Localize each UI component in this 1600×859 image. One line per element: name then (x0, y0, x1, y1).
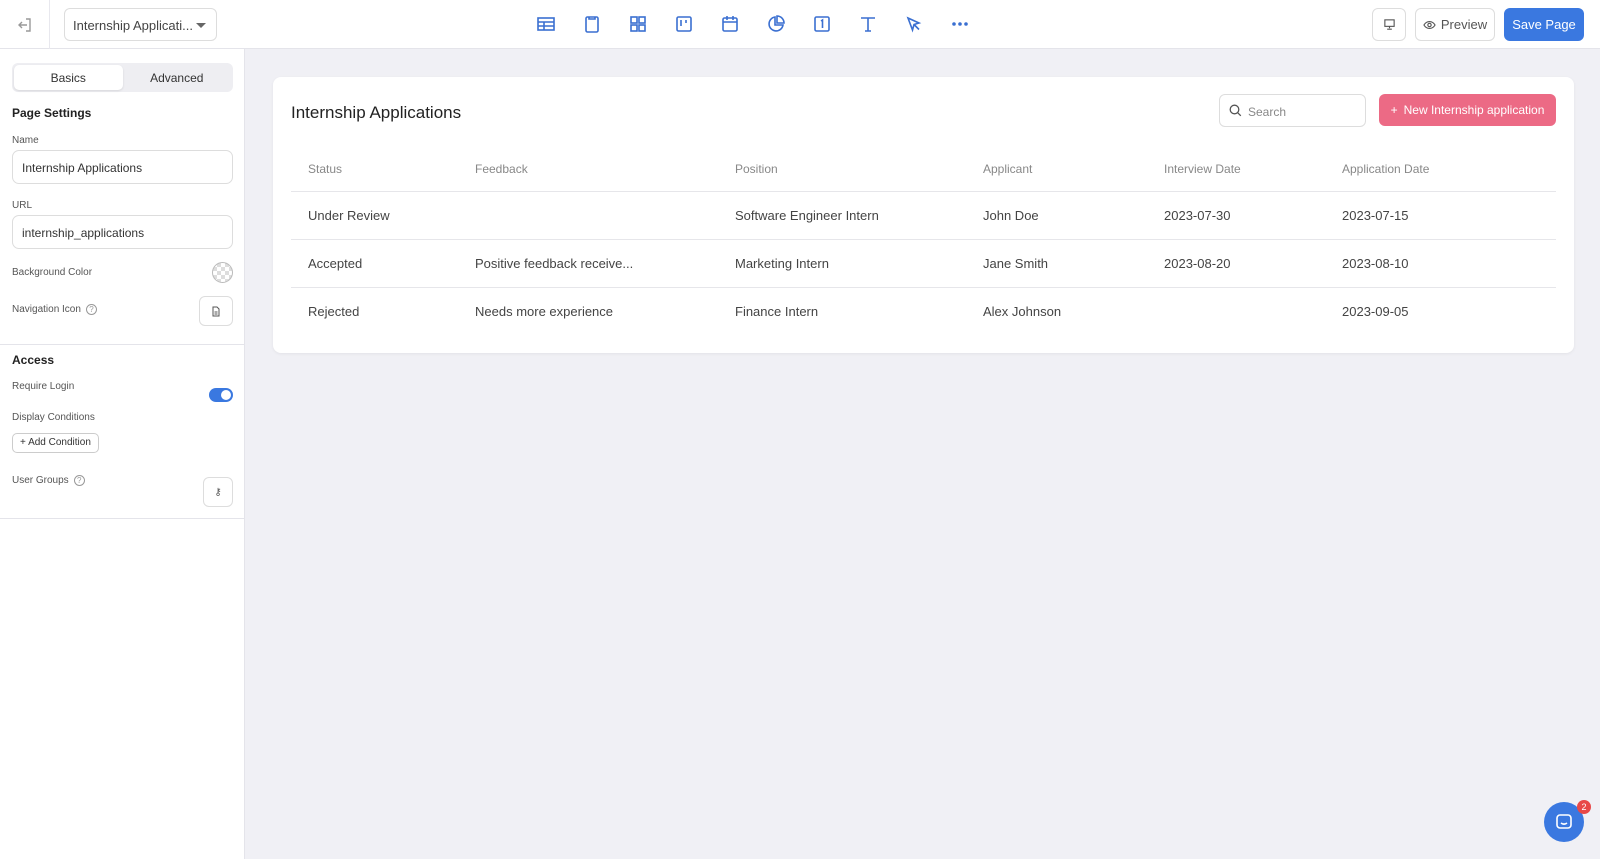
key-icon: ⚷ (214, 486, 222, 498)
caret-down-icon (196, 23, 206, 28)
top-bar: Internship Applicati... Preview Save Pag… (0, 0, 1600, 49)
document-icon (212, 306, 220, 316)
page-title: Internship Applications (291, 103, 462, 122)
exit-icon (17, 17, 31, 32)
settings-tabs: Basics Advanced (12, 63, 233, 92)
table-icon[interactable] (534, 12, 558, 36)
preview-button[interactable]: Preview (1415, 8, 1495, 41)
url-label: URL (12, 200, 33, 211)
help-icon[interactable]: ? (85, 304, 97, 315)
name-input[interactable]: Internship Applications (12, 150, 233, 184)
search-placeholder: Search (1248, 105, 1287, 119)
table-row[interactable]: Rejected Needs more experience Finance Int… (291, 287, 1556, 335)
page-selector-value: Internship Applicati... (73, 18, 193, 33)
monitor-icon (1383, 19, 1395, 30)
column-header-interview-date[interactable]: Interview Date (1164, 147, 1342, 192)
grid-icon[interactable] (626, 12, 650, 36)
display-conditions-label: Display Conditions (12, 412, 95, 423)
cell-applicant: John Doe (983, 191, 1164, 240)
user-groups-button[interactable]: ⚷ (203, 477, 233, 507)
column-header-feedback[interactable]: Feedback (475, 147, 735, 192)
cell-interview-date (1164, 287, 1342, 335)
search-icon (1229, 104, 1242, 117)
cell-position: Marketing Intern (735, 239, 983, 288)
cell-applicant: Jane Smith (983, 239, 1164, 288)
component-toolbar (534, 12, 972, 36)
cell-feedback: Positive feedback receive... (475, 239, 735, 288)
page-selector[interactable]: Internship Applicati... (64, 8, 217, 41)
tab-basics[interactable]: Basics (14, 65, 123, 90)
cell-applicant: Alex Johnson (983, 303, 1062, 319)
table-row[interactable]: Accepted Positive feedback receive... Mark… (291, 239, 1556, 288)
background-color-label: Background Color (12, 267, 93, 278)
divider (0, 344, 245, 345)
navigation-icon-label: Navigation Icon? (12, 304, 97, 315)
chat-icon (1556, 814, 1572, 829)
cell-status: Accepted (291, 239, 475, 288)
calendar-icon[interactable] (718, 12, 742, 36)
new-button-label: New Internship application (1403, 103, 1545, 117)
cell-application-date: 2023-09-05 (1342, 303, 1409, 319)
column-header-applicant[interactable]: Applicant (983, 147, 1164, 192)
page-settings-heading: Page Settings (12, 106, 92, 120)
device-preview-button[interactable] (1372, 8, 1406, 41)
column-header-status[interactable]: Status (291, 147, 475, 192)
save-page-button[interactable]: Save Page (1504, 8, 1584, 41)
column-header-position[interactable]: Position (735, 147, 983, 192)
background-color-swatch[interactable] (212, 262, 233, 283)
preview-label: Preview (1440, 17, 1488, 32)
cell-interview-date: 2023-07-30 (1164, 191, 1342, 240)
search-input[interactable]: Search (1219, 94, 1366, 127)
applications-table: Status Feedback Position Applicant Inter… (291, 147, 1556, 335)
navigation-icon-text: Navigation Icon (12, 304, 81, 316)
number-icon[interactable] (810, 12, 834, 36)
cell-application-date: 2023-07-15 (1342, 191, 1556, 240)
cell-application-date: 2023-08-10 (1342, 239, 1556, 288)
kanban-icon[interactable] (672, 12, 696, 36)
divider (0, 518, 245, 519)
name-label: Name (12, 135, 39, 146)
help-icon[interactable]: ? (73, 475, 85, 486)
add-condition-label: Add Condition (28, 437, 91, 448)
plus-icon: + (1390, 103, 1398, 117)
table-row[interactable]: Under Review Software Engineer Intern John… (291, 191, 1556, 240)
plus-icon: + (20, 437, 29, 448)
require-login-toggle[interactable] (209, 388, 233, 402)
notification-badge: 2 (1577, 800, 1591, 814)
cell-status: Rejected (308, 303, 360, 319)
access-heading: Access (12, 353, 55, 367)
exit-button[interactable] (0, 0, 50, 49)
table-card: Internship Applications Search + New Inte… (273, 77, 1574, 353)
new-internship-application-button[interactable]: + New Internship application (1379, 94, 1556, 126)
tab-advanced[interactable]: Advanced (123, 65, 232, 90)
cell-position: Software Engineer Intern (735, 191, 983, 240)
user-groups-label: User Groups? (12, 475, 85, 486)
navigation-icon-picker[interactable] (199, 296, 233, 326)
cell-status: Under Review (291, 191, 475, 240)
pointer-icon[interactable] (902, 12, 926, 36)
add-condition-button[interactable]: + Add Condition (12, 433, 99, 453)
text-icon[interactable] (856, 12, 880, 36)
cell-interview-date: 2023-08-20 (1164, 239, 1342, 288)
url-input[interactable]: internship_applications (12, 215, 233, 249)
column-header-application-date[interactable]: Application Date (1342, 147, 1556, 192)
cell-feedback: Needs more experience (475, 303, 614, 319)
eye-icon (1423, 20, 1436, 29)
cell-position: Finance Intern (735, 303, 819, 319)
pie-chart-icon[interactable] (764, 12, 788, 36)
require-login-label: Require Login (12, 381, 75, 392)
settings-sidebar: Basics Advanced Page Settings Name Inter… (0, 49, 245, 859)
more-icon[interactable] (948, 12, 972, 36)
user-groups-text: User Groups (12, 475, 69, 487)
clipboard-icon[interactable] (580, 12, 604, 36)
cell-feedback (475, 191, 735, 240)
